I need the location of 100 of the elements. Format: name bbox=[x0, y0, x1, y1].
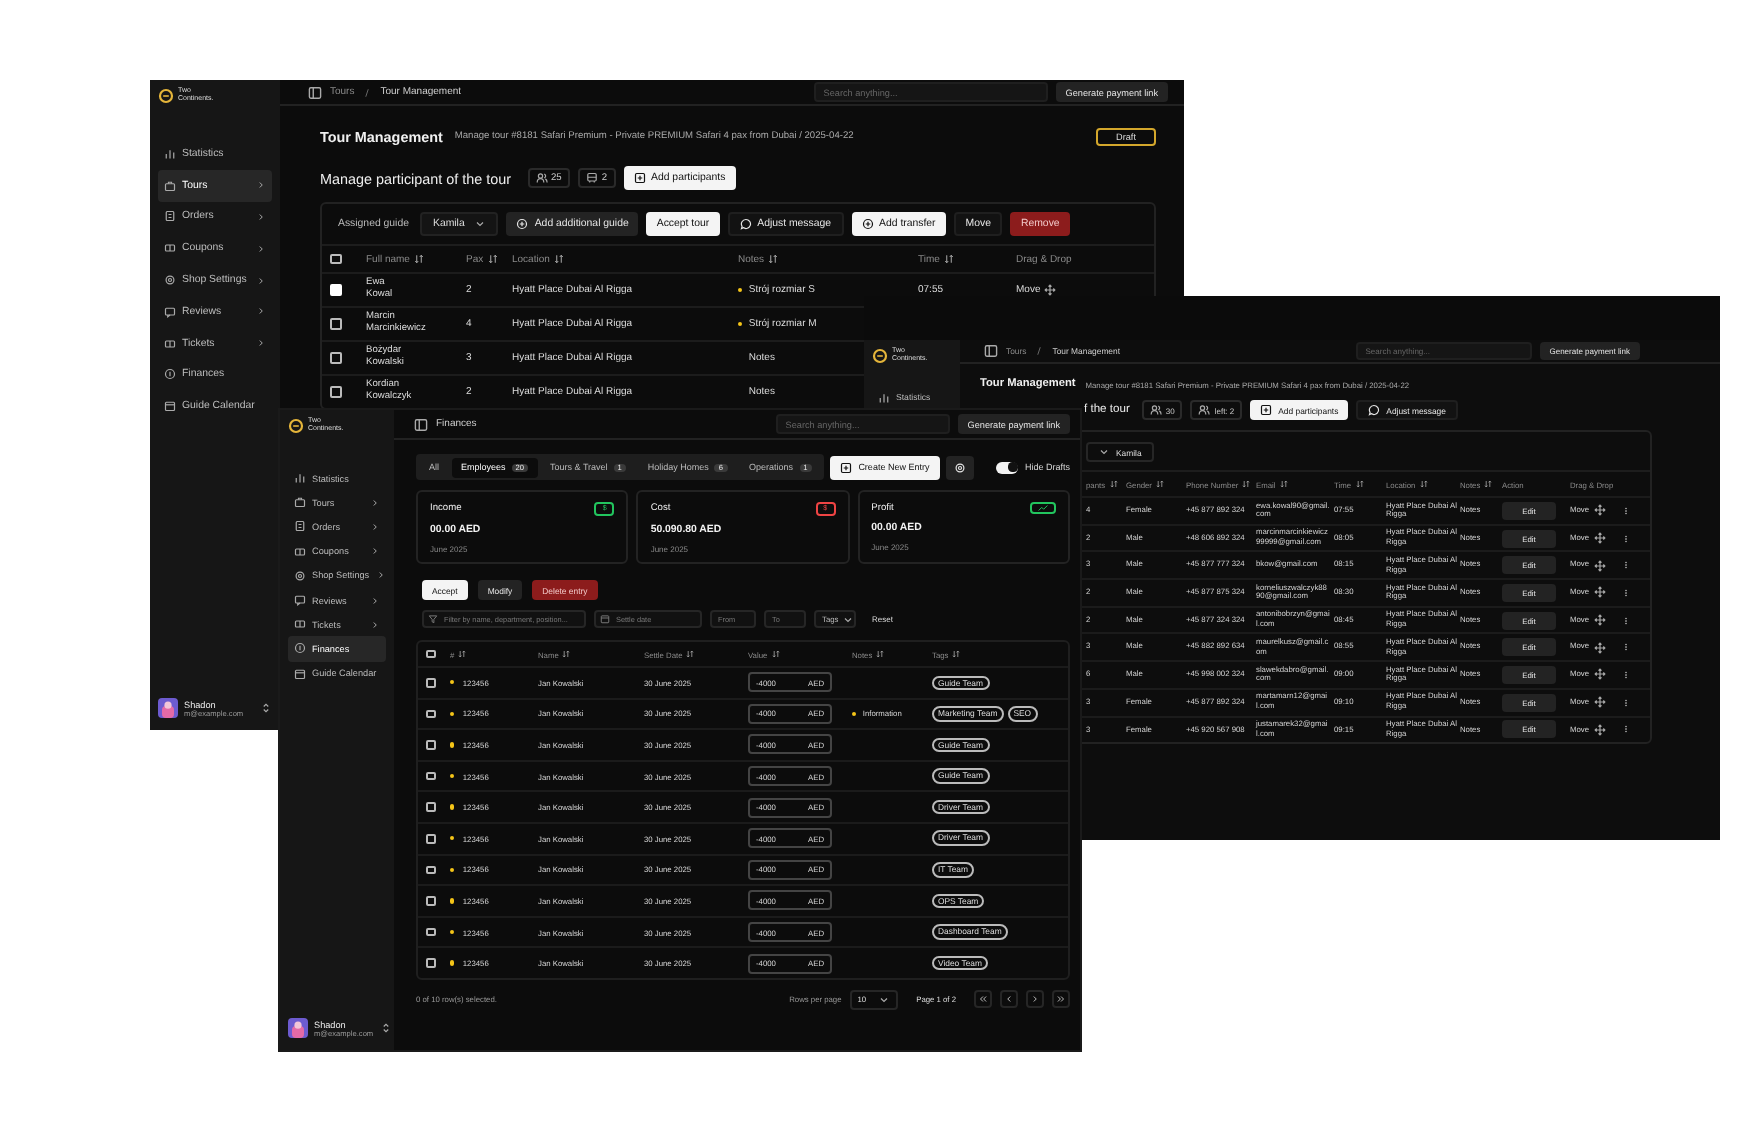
sidebar-toggle-icon[interactable] bbox=[308, 85, 322, 99]
chevron-right-icon bbox=[370, 546, 380, 557]
move-icon[interactable] bbox=[1593, 504, 1606, 517]
row-checkbox[interactable] bbox=[426, 802, 435, 812]
double-chevron-right-icon bbox=[1056, 994, 1066, 1005]
chevron-down-icon bbox=[878, 993, 891, 1006]
logo-icon[interactable] bbox=[872, 348, 888, 364]
avatar[interactable] bbox=[158, 698, 178, 718]
sort-icon[interactable] bbox=[1355, 480, 1364, 488]
up-down-chevron-icon[interactable] bbox=[379, 1022, 392, 1034]
gear-icon bbox=[164, 274, 176, 287]
calendar-icon bbox=[600, 614, 610, 624]
last-page-button[interactable] bbox=[1052, 990, 1070, 1009]
sort-icon[interactable] bbox=[771, 650, 780, 658]
logo-icon[interactable] bbox=[158, 88, 174, 104]
row-checkbox[interactable] bbox=[426, 834, 435, 844]
row-checkbox[interactable] bbox=[426, 709, 435, 719]
move-icon[interactable] bbox=[1593, 559, 1606, 572]
plus-square-icon bbox=[840, 461, 853, 473]
filter-icon bbox=[428, 614, 438, 624]
select-all-checkbox[interactable] bbox=[330, 253, 341, 265]
sort-icon[interactable] bbox=[943, 254, 954, 264]
coin-icon bbox=[164, 368, 176, 381]
sort-icon[interactable] bbox=[553, 254, 564, 264]
move-icon[interactable] bbox=[1593, 532, 1606, 545]
chevron-right-icon bbox=[256, 211, 266, 222]
row-checkbox[interactable] bbox=[330, 318, 341, 330]
up-down-chevron-icon[interactable] bbox=[260, 702, 272, 714]
status-dot bbox=[450, 898, 455, 904]
chevron-right-icon bbox=[1030, 994, 1040, 1005]
sort-icon[interactable] bbox=[1279, 480, 1288, 488]
people-icon bbox=[1198, 404, 1211, 416]
sort-icon[interactable] bbox=[1109, 480, 1118, 488]
sort-icon[interactable] bbox=[562, 650, 571, 658]
status-dot bbox=[450, 680, 455, 685]
sort-icon[interactable] bbox=[952, 650, 961, 658]
coin-icon bbox=[294, 642, 306, 655]
plus-square-icon bbox=[633, 172, 646, 184]
move-icon[interactable] bbox=[1593, 586, 1606, 599]
chevron-right-icon bbox=[370, 521, 380, 532]
bar-chart-icon bbox=[294, 472, 306, 485]
chevron-right-icon bbox=[256, 275, 266, 286]
sort-icon[interactable] bbox=[1155, 480, 1164, 488]
sort-icon[interactable] bbox=[458, 650, 467, 658]
move-icon[interactable] bbox=[1593, 696, 1606, 709]
sort-icon[interactable] bbox=[413, 254, 424, 264]
chevron-right-icon bbox=[375, 570, 386, 581]
plus-square-icon bbox=[1260, 404, 1273, 416]
sort-icon[interactable] bbox=[1419, 480, 1428, 488]
row-checkbox[interactable] bbox=[426, 865, 435, 875]
status-dot bbox=[450, 929, 455, 935]
first-page-button[interactable] bbox=[974, 990, 992, 1009]
chat-icon bbox=[739, 218, 752, 230]
row-checkbox[interactable] bbox=[426, 927, 435, 937]
sort-icon[interactable] bbox=[1242, 480, 1251, 488]
sort-icon[interactable] bbox=[1484, 480, 1493, 488]
trend-icon bbox=[1038, 504, 1048, 512]
gear-icon bbox=[953, 461, 966, 473]
move-icon[interactable] bbox=[1593, 614, 1606, 627]
plus-circle-icon bbox=[516, 218, 529, 230]
row-checkbox[interactable] bbox=[426, 958, 435, 968]
sort-icon[interactable] bbox=[768, 254, 779, 264]
double-chevron-left-icon bbox=[978, 994, 988, 1005]
logo-icon[interactable] bbox=[288, 418, 304, 434]
row-checkbox[interactable] bbox=[426, 678, 435, 688]
chevron-right-icon bbox=[256, 180, 266, 191]
sort-icon[interactable] bbox=[487, 254, 498, 264]
plus-circle-icon bbox=[861, 218, 874, 230]
toggle-switch[interactable] bbox=[996, 461, 1019, 473]
chevron-down-icon bbox=[842, 613, 855, 625]
suitcase-icon bbox=[294, 496, 306, 509]
chevron-right-icon bbox=[370, 619, 380, 630]
people-icon bbox=[1149, 404, 1162, 416]
move-icon[interactable] bbox=[1593, 641, 1606, 654]
row-checkbox[interactable] bbox=[426, 740, 435, 750]
move-icon[interactable] bbox=[1044, 284, 1057, 296]
chevron-right-icon bbox=[256, 338, 266, 349]
status-dot bbox=[450, 836, 455, 841]
chevron-right-icon bbox=[370, 595, 380, 606]
chat-icon bbox=[1368, 404, 1381, 416]
chevron-down-icon bbox=[474, 218, 487, 230]
bar-chart-icon bbox=[878, 391, 890, 403]
document-icon bbox=[164, 210, 176, 223]
gear-icon bbox=[294, 569, 306, 582]
avatar[interactable] bbox=[288, 1018, 308, 1038]
sort-icon[interactable] bbox=[876, 650, 885, 658]
sort-icon[interactable] bbox=[686, 650, 695, 658]
move-icon[interactable] bbox=[1593, 668, 1606, 681]
chevron-left-icon bbox=[1004, 994, 1014, 1005]
settings-button[interactable] bbox=[945, 455, 974, 479]
row-checkbox[interactable] bbox=[426, 771, 435, 781]
bar-chart-icon bbox=[164, 147, 176, 160]
move-icon[interactable] bbox=[1593, 723, 1606, 736]
sidebar-toggle-icon[interactable] bbox=[414, 417, 428, 431]
row-checkbox[interactable] bbox=[426, 896, 435, 906]
select-all-checkbox[interactable] bbox=[426, 649, 435, 659]
row-checkbox[interactable] bbox=[330, 352, 341, 364]
sidebar-toggle-icon[interactable] bbox=[984, 344, 998, 358]
row-checkbox[interactable] bbox=[330, 386, 341, 398]
chevron-right-icon bbox=[256, 243, 266, 254]
